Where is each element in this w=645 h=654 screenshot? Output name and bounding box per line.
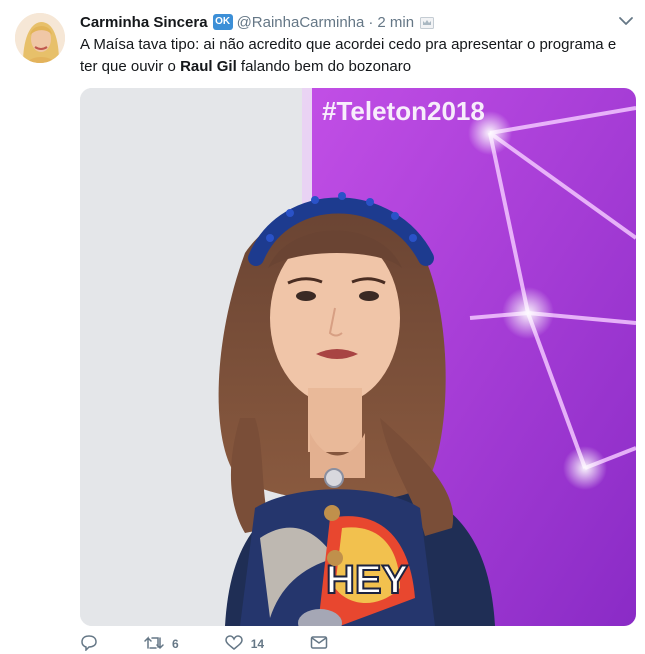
chevron-down-icon[interactable]: [617, 14, 635, 28]
tweet-text: A Maísa tava tipo: ai não acredito que a…: [80, 34, 635, 78]
display-name[interactable]: Carminha Sincera: [80, 14, 208, 31]
ok-badge-icon: OK: [212, 14, 233, 30]
timestamp[interactable]: 2 min: [377, 14, 414, 31]
like-icon: [224, 634, 243, 654]
separator-dot: ·: [368, 13, 374, 31]
reply-icon: [80, 634, 98, 654]
retweet-count: 6: [172, 637, 179, 651]
avatar-photo: [15, 13, 65, 63]
media-photo: #Teleton2018 HEY: [80, 88, 636, 626]
reply-button[interactable]: [80, 634, 98, 654]
retweet-icon: [144, 635, 164, 654]
avatar[interactable]: [15, 13, 65, 63]
like-count: 14: [250, 637, 265, 651]
message-icon: [310, 635, 328, 654]
message-button[interactable]: [310, 635, 328, 654]
retweet-button[interactable]: 6: [144, 635, 179, 654]
tweet-header: Carminha Sincera OK @RainhaCarminha · 2 …: [80, 12, 435, 32]
tweet-text-mention: Raul Gil: [180, 58, 237, 75]
like-button[interactable]: 14: [224, 634, 265, 654]
user-handle[interactable]: @RainhaCarminha: [237, 14, 365, 31]
image-caption: #Teleton2018: [322, 96, 485, 126]
tweet[interactable]: Carminha Sincera OK @RainhaCarminha · 2 …: [0, 0, 645, 652]
tweet-image[interactable]: #Teleton2018 HEY: [80, 88, 636, 626]
tweet-text-part2: falando bem do bozonaro: [236, 58, 412, 75]
crown-icon: [420, 16, 435, 29]
